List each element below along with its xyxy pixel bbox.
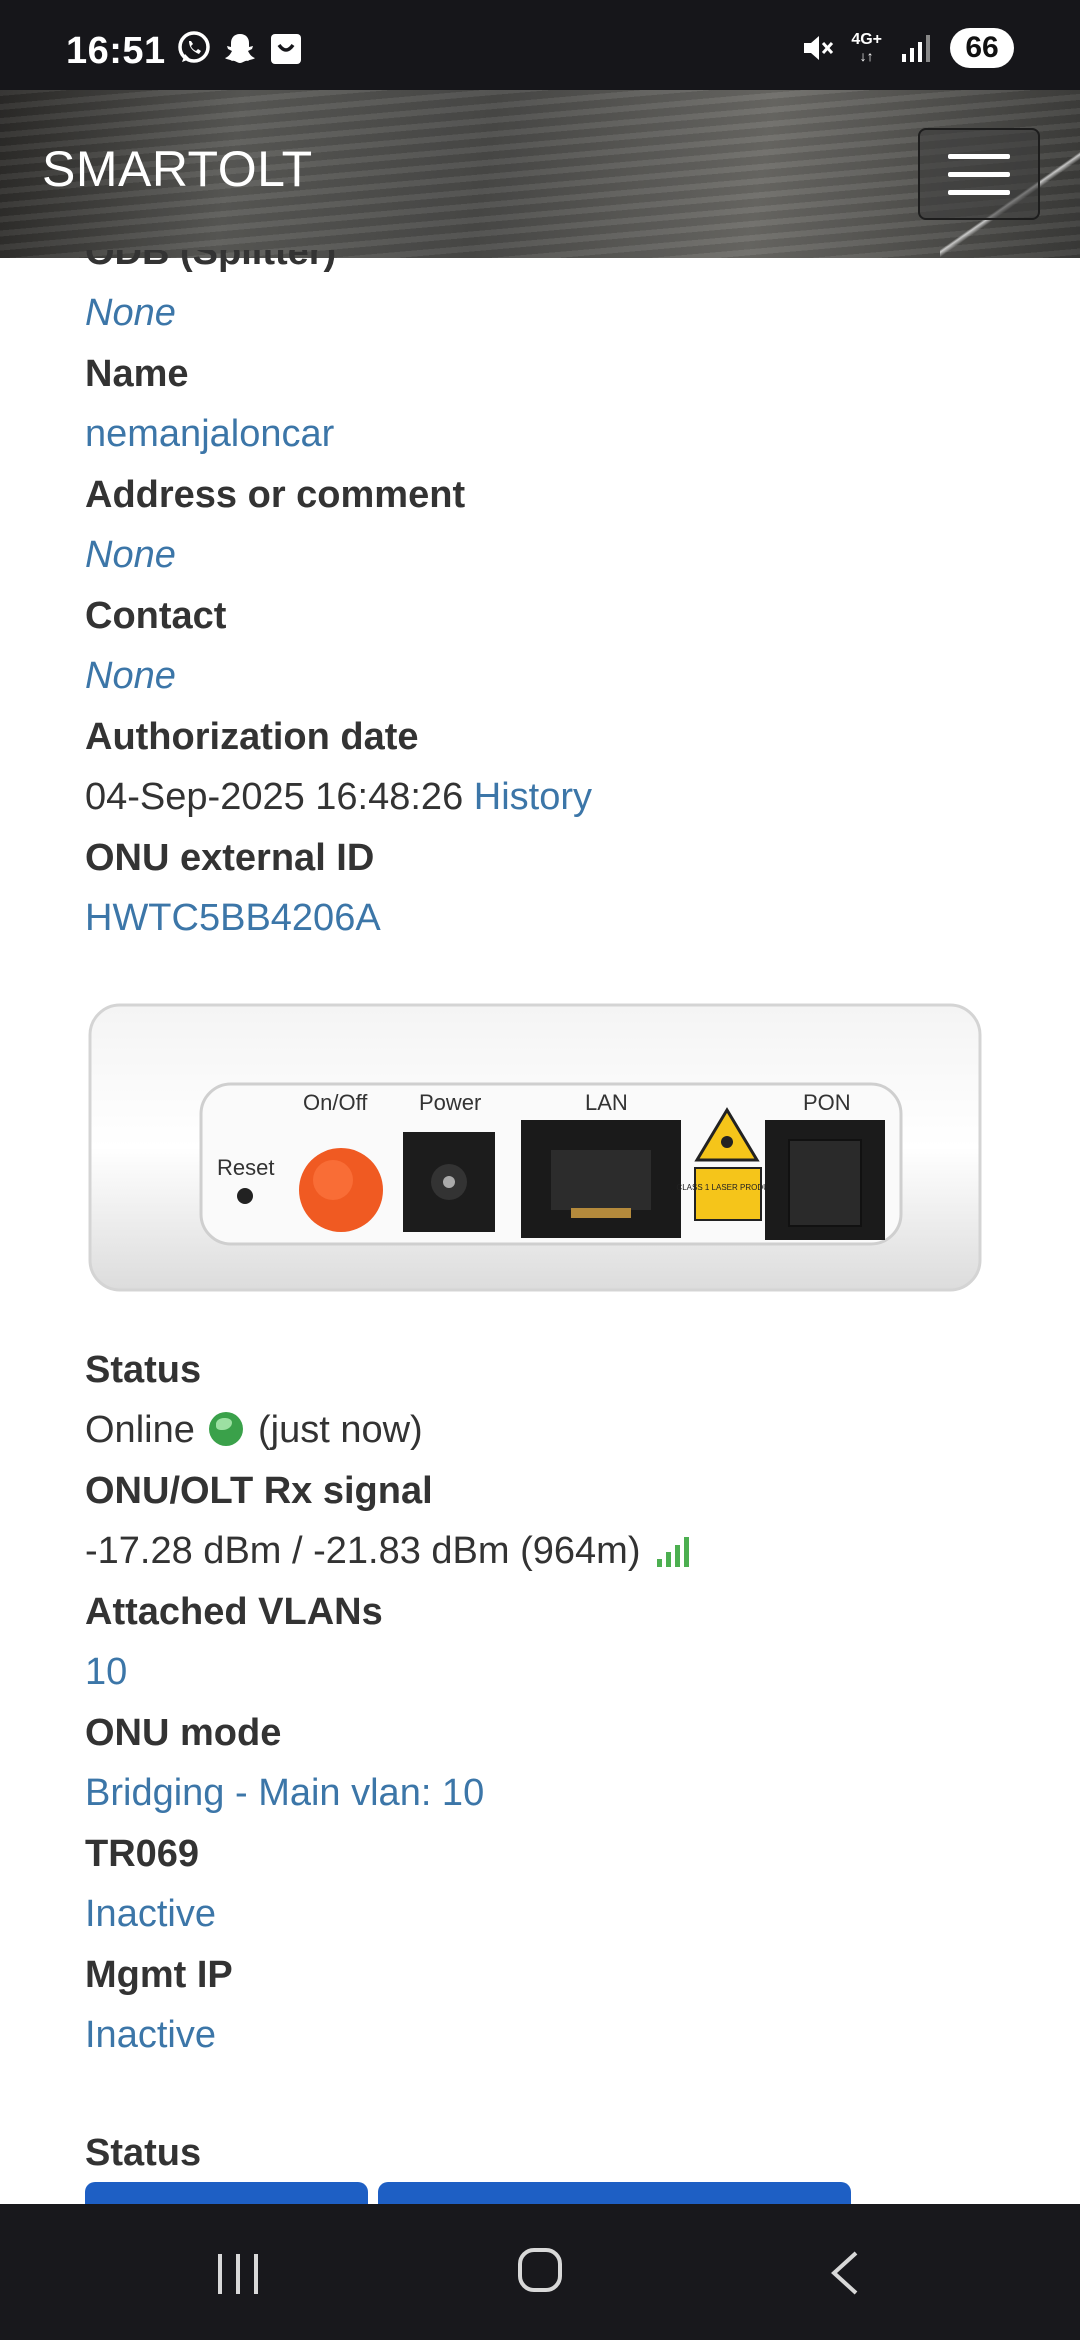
status-bar: 16:51 4G+ ↓↑ 66 bbox=[0, 0, 1080, 90]
contact-value[interactable]: None bbox=[85, 646, 1045, 707]
brand-logo[interactable]: SMARTOLT bbox=[42, 140, 313, 198]
clock: 16:51 bbox=[66, 30, 166, 72]
status-value: Online bbox=[85, 1409, 195, 1451]
signal-strength-icon bbox=[657, 1533, 690, 1567]
hamburger-menu-icon[interactable] bbox=[918, 128, 1040, 220]
mgmt-ip-value[interactable]: Inactive bbox=[85, 2005, 1045, 2066]
status-section-heading: Status bbox=[85, 2132, 202, 2174]
signal-label: ONU/OLT Rx signal bbox=[85, 1470, 433, 1512]
onu-details: ODB (Splitter) bbox=[85, 232, 1045, 272]
reset-label: Reset bbox=[217, 1155, 274, 1180]
contact-label: Contact bbox=[85, 595, 227, 637]
tr069-label: TR069 bbox=[85, 1833, 200, 1875]
mgmt-ip-label: Mgmt IP bbox=[85, 1954, 233, 1996]
snapchat-icon bbox=[222, 30, 258, 66]
odb-value[interactable]: None bbox=[85, 283, 1045, 344]
onu-details-main: None Name nemanjaloncar Address or comme… bbox=[85, 283, 1045, 949]
signal-row: -17.28 dBm / -21.83 dBm (964m) bbox=[85, 1521, 1045, 1582]
external-id-value[interactable]: HWTC5BB4206A bbox=[85, 888, 1045, 949]
vlans-value[interactable]: 10 bbox=[85, 1642, 1045, 1703]
status-row: Online (just now) bbox=[85, 1400, 1045, 1461]
globe-icon bbox=[209, 1412, 244, 1446]
authorization-date-value: 04-Sep-2025 16:48:26 bbox=[85, 776, 464, 818]
home-icon[interactable] bbox=[518, 2248, 562, 2292]
external-id-label: ONU external ID bbox=[85, 837, 375, 879]
whatsapp-icon bbox=[176, 30, 212, 66]
lan-label: LAN bbox=[585, 1090, 628, 1115]
address-label: Address or comment bbox=[85, 474, 466, 516]
battery-indicator: 66 bbox=[950, 28, 1014, 68]
system-icons: 4G+ ↓↑ 66 bbox=[799, 28, 1014, 68]
authorization-date-row: 04-Sep-2025 16:48:26 History bbox=[85, 767, 1045, 828]
onu-mode-label: ONU mode bbox=[85, 1712, 282, 1754]
onu-status-details: Status Online (just now) ONU/OLT Rx sign… bbox=[85, 1340, 1045, 2066]
name-label: Name bbox=[85, 353, 189, 395]
tr069-value[interactable]: Inactive bbox=[85, 1884, 1045, 1945]
laser-label: CLASS 1 LASER PRODUCT bbox=[676, 1183, 779, 1192]
mute-icon bbox=[799, 30, 835, 66]
name-value[interactable]: nemanjaloncar bbox=[85, 404, 1045, 465]
pon-label: PON bbox=[803, 1090, 851, 1115]
signal-value: -17.28 dBm / -21.83 dBm (964m) bbox=[85, 1530, 641, 1572]
signal-bars-icon bbox=[898, 30, 934, 66]
authorization-date-label: Authorization date bbox=[85, 716, 419, 758]
system-navigation-bar bbox=[0, 2204, 1080, 2340]
onu-device-image: Reset On/Off Power LAN CLASS 1 LASER PRO… bbox=[85, 1000, 985, 1300]
vlans-label: Attached VLANs bbox=[85, 1591, 383, 1633]
reset-hole bbox=[237, 1188, 253, 1204]
power-label: Power bbox=[419, 1090, 481, 1115]
onu-mode-value[interactable]: Bridging - Main vlan: 10 bbox=[85, 1763, 1045, 1824]
status-time: (just now) bbox=[257, 1409, 423, 1451]
notification-icons bbox=[176, 30, 304, 66]
recent-apps-icon[interactable] bbox=[218, 2254, 262, 2294]
address-value[interactable]: None bbox=[85, 525, 1045, 586]
onoff-label: On/Off bbox=[303, 1090, 368, 1115]
back-icon[interactable] bbox=[826, 2250, 864, 2296]
4g-signal-icon: 4G+ ↓↑ bbox=[851, 31, 882, 65]
onu-back-panel-illustration: Reset On/Off Power LAN CLASS 1 LASER PRO… bbox=[88, 1003, 982, 1292]
shopping-bag-icon bbox=[268, 30, 304, 66]
history-link[interactable]: History bbox=[474, 776, 592, 818]
odb-label: ODB (Splitter) bbox=[85, 232, 337, 272]
status-label: Status bbox=[85, 1349, 202, 1391]
